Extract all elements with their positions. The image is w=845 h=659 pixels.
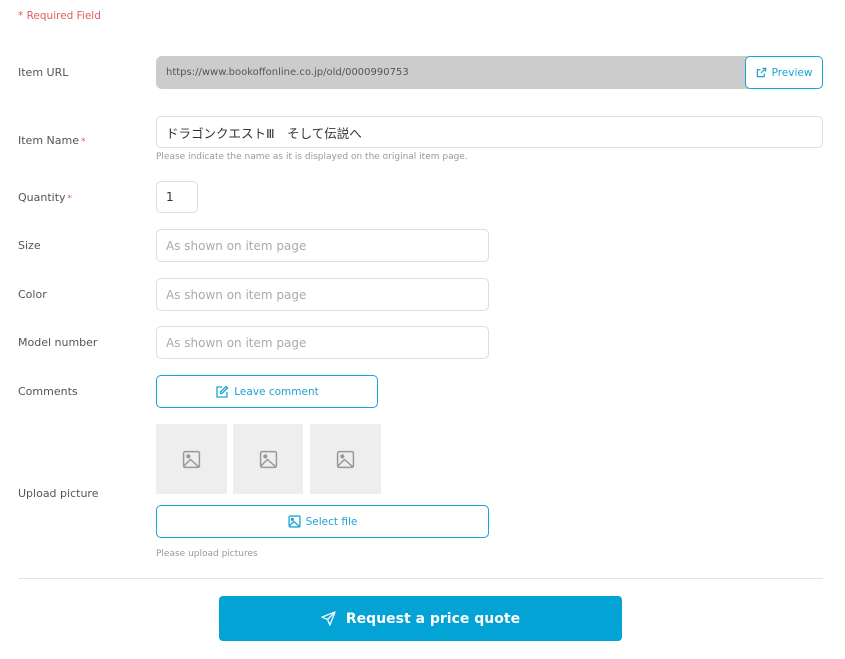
image-placeholder-icon bbox=[182, 450, 201, 468]
request-price-quote-button[interactable]: Request a price quote bbox=[219, 596, 622, 641]
item-url-label: Item URL bbox=[18, 66, 69, 79]
image-icon bbox=[288, 515, 301, 528]
item-name-hint: Please indicate the name as it is displa… bbox=[156, 152, 468, 162]
preview-button[interactable]: Preview bbox=[745, 56, 823, 89]
image-placeholder-icon bbox=[336, 450, 355, 468]
size-input[interactable] bbox=[156, 229, 489, 262]
size-label: Size bbox=[18, 239, 41, 252]
send-icon bbox=[321, 611, 336, 626]
model-number-input[interactable] bbox=[156, 326, 489, 359]
quantity-label-text: Quantity bbox=[18, 191, 66, 204]
picture-slot-1[interactable] bbox=[156, 424, 227, 494]
item-name-input[interactable] bbox=[156, 116, 823, 148]
required-field-note: * Required Field bbox=[18, 10, 101, 22]
picture-slot-2[interactable] bbox=[233, 424, 303, 494]
upload-hint: Please upload pictures bbox=[156, 549, 258, 559]
divider bbox=[18, 578, 823, 579]
external-link-icon bbox=[756, 67, 766, 78]
select-file-button[interactable]: Select file bbox=[156, 505, 489, 538]
leave-comment-label: Leave comment bbox=[234, 385, 319, 398]
item-name-label: Item Name * bbox=[18, 134, 86, 147]
quantity-input[interactable] bbox=[156, 181, 198, 213]
color-input[interactable] bbox=[156, 278, 489, 311]
image-placeholder-icon bbox=[259, 450, 277, 468]
preview-button-label: Preview bbox=[771, 66, 813, 79]
item-url-field: https://www.bookoffonline.co.jp/old/0000… bbox=[156, 56, 754, 89]
required-marker: * bbox=[67, 194, 73, 204]
quantity-label: Quantity * bbox=[18, 191, 72, 204]
item-name-label-text: Item Name bbox=[18, 134, 79, 147]
color-label: Color bbox=[18, 288, 47, 301]
comments-label: Comments bbox=[18, 385, 78, 398]
leave-comment-button[interactable]: Leave comment bbox=[156, 375, 378, 408]
select-file-label: Select file bbox=[305, 515, 358, 528]
edit-icon bbox=[216, 385, 229, 398]
picture-slot-3[interactable] bbox=[310, 424, 381, 494]
request-price-quote-label: Request a price quote bbox=[345, 610, 521, 627]
upload-picture-label: Upload picture bbox=[18, 487, 99, 500]
required-marker: * bbox=[81, 137, 86, 147]
model-number-label: Model number bbox=[18, 336, 98, 349]
